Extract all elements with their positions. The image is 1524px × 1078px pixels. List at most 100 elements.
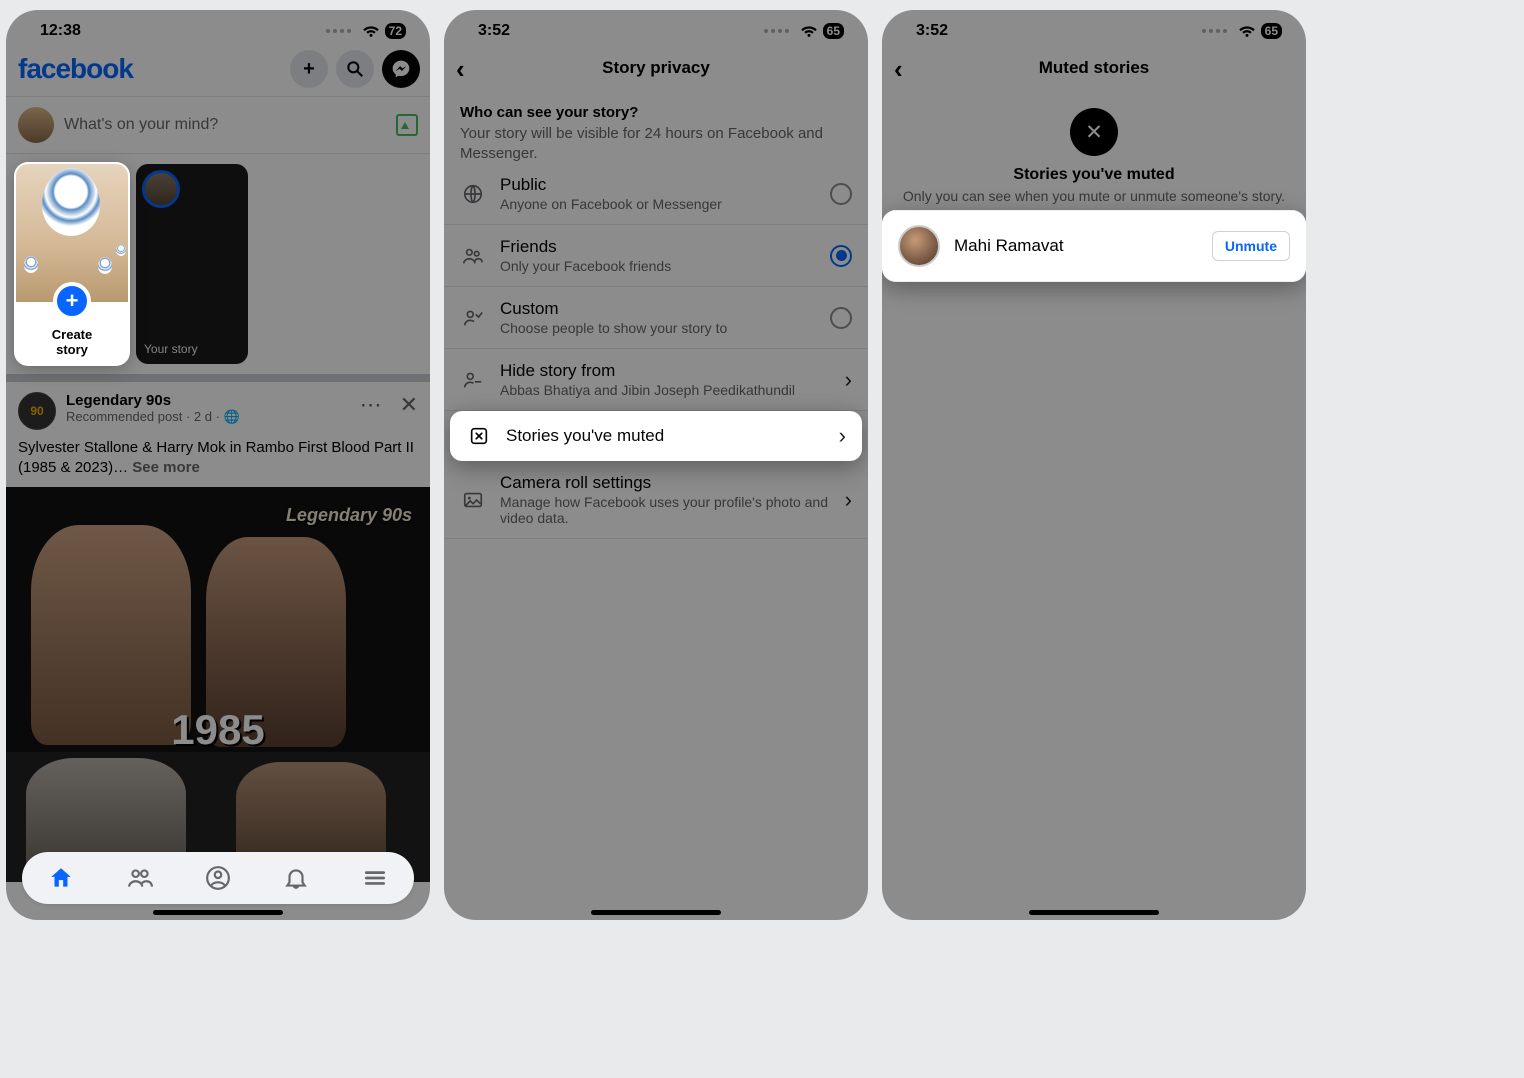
composer-placeholder[interactable]: What's on your mind? (64, 116, 386, 134)
nav-bar: ‹ Muted stories (882, 46, 1306, 90)
option-hide-story-from[interactable]: Hide story fromAbbas Bhatiya and Jibin J… (444, 349, 868, 411)
tab-friends[interactable] (127, 865, 153, 891)
back-button[interactable]: ‹ (894, 54, 903, 85)
post-menu-button[interactable]: ⋯ (360, 392, 382, 418)
wifi-icon (1238, 20, 1256, 42)
option-public[interactable]: PublicAnyone on Facebook or Messenger (444, 163, 868, 225)
feed-post: 90 Legendary 90s Recommended post · 2 d … (6, 382, 430, 892)
post-image[interactable]: Legendary 90s 1985 (6, 487, 430, 882)
option-subtitle: Choose people to show your story to (500, 320, 816, 336)
battery-indicator: 65 (1261, 23, 1282, 39)
messenger-button[interactable] (382, 50, 420, 88)
option-custom[interactable]: CustomChoose people to show your story t… (444, 287, 868, 349)
camera-roll-icon (460, 489, 486, 511)
home-indicator[interactable] (153, 910, 283, 915)
composer[interactable]: What's on your mind? (6, 96, 430, 154)
back-button[interactable]: ‹ (456, 54, 465, 85)
unmute-button[interactable]: Unmute (1212, 231, 1290, 261)
photo-icon[interactable] (396, 114, 418, 136)
chevron-right-icon: › (839, 423, 846, 449)
clock: 3:52 (478, 22, 510, 40)
see-more-link[interactable]: See more (132, 459, 200, 476)
hero-title: Stories you've muted (898, 166, 1290, 184)
muted-icon (466, 425, 492, 447)
status-bar: 3:52 65 (882, 10, 1306, 46)
post-meta: Recommended post · 2 d · 🌐 (66, 409, 350, 425)
muted-hero-icon: ✕ (1070, 108, 1118, 156)
option-subtitle: Manage how Facebook uses your profile's … (500, 494, 831, 526)
status-bar: 3:52 65 (444, 10, 868, 46)
option-label: Custom (500, 299, 816, 319)
image-year: 1985 (171, 706, 264, 754)
option-subtitle: Abbas Bhatiya and Jibin Joseph Peedikath… (500, 382, 831, 398)
option-label: Hide story from (500, 361, 831, 381)
wifi-icon (362, 20, 380, 42)
create-story-label: Create story (16, 328, 128, 358)
cell-signal-icon (764, 29, 789, 33)
cell-signal-icon (326, 29, 351, 33)
option-subtitle: Anyone on Facebook or Messenger (500, 196, 816, 212)
user-avatar[interactable] (898, 225, 940, 267)
battery-indicator: 65 (823, 23, 844, 39)
option-subtitle: Only your Facebook friends (500, 258, 816, 274)
bottom-tab-bar (22, 852, 414, 904)
section-description: Your story will be visible for 24 hours … (460, 124, 852, 163)
post-text: Sylvester Stallone & Harry Mok in Rambo … (18, 438, 418, 479)
story-avatar (142, 170, 180, 208)
tab-home[interactable] (48, 865, 74, 891)
app-header: facebook + (6, 46, 430, 96)
create-button[interactable]: + (290, 50, 328, 88)
empty-state-header: ✕ Stories you've muted Only you can see … (882, 90, 1306, 210)
muted-user-row: Mahi Ramavat Unmute (882, 210, 1306, 282)
tab-menu[interactable] (362, 865, 388, 891)
hide-icon (460, 369, 486, 391)
user-name: Mahi Ramavat (954, 236, 1198, 256)
section-title: Who can see your story? (460, 104, 852, 121)
muted-stories-screen: 3:52 65 ‹ Muted stories ✕ Stories you've… (882, 10, 1306, 920)
screen-title: Muted stories (1039, 58, 1150, 78)
option-friends[interactable]: FriendsOnly your Facebook friends (444, 225, 868, 287)
page-name[interactable]: Legendary 90s (66, 392, 350, 409)
story-privacy-screen: 3:52 65 ‹ Story privacy Who can see your… (444, 10, 868, 920)
post-dismiss-button[interactable]: ✕ (400, 392, 418, 418)
custom-icon (460, 307, 486, 329)
wifi-icon (800, 20, 818, 42)
radio-selected[interactable] (830, 245, 852, 267)
tab-profile[interactable] (205, 865, 231, 891)
tab-notifications[interactable] (283, 865, 309, 891)
status-bar: 12:38 72 (6, 10, 430, 46)
radio-unselected[interactable] (830, 183, 852, 205)
user-avatar[interactable] (18, 107, 54, 143)
page-avatar[interactable]: 90 (18, 392, 56, 430)
facebook-logo: facebook (18, 53, 133, 85)
nav-bar: ‹ Story privacy (444, 46, 868, 90)
screen-title: Story privacy (602, 58, 710, 78)
option-label: Friends (500, 237, 816, 257)
hero-description: Only you can see when you mute or unmute… (898, 188, 1290, 204)
image-watermark: Legendary 90s (286, 505, 412, 526)
create-story-card[interactable]: + Create story (16, 164, 128, 364)
chevron-right-icon: › (845, 367, 852, 393)
story-name-label: Your story (144, 342, 198, 356)
clock: 3:52 (916, 22, 948, 40)
friends-icon (460, 245, 486, 267)
clock: 12:38 (40, 22, 81, 40)
section-header: Who can see your story? Your story will … (444, 90, 868, 163)
battery-indicator: 72 (385, 23, 406, 39)
option-camera-roll[interactable]: Camera roll settingsManage how Facebook … (444, 461, 868, 539)
cell-signal-icon (1202, 29, 1227, 33)
chevron-right-icon: › (845, 487, 852, 513)
plus-icon: + (53, 282, 91, 320)
option-label: Public (500, 175, 816, 195)
option-label: Stories you've muted (506, 426, 825, 446)
search-button[interactable] (336, 50, 374, 88)
option-label: Camera roll settings (500, 473, 831, 493)
your-story-card[interactable]: Your story (136, 164, 248, 364)
radio-unselected[interactable] (830, 307, 852, 329)
feed-screen: 12:38 72 facebook + What's on your mind? (6, 10, 430, 920)
globe-icon (460, 183, 486, 205)
stories-tray[interactable]: + Create story Your story (6, 154, 430, 382)
option-muted-stories[interactable]: Stories you've muted › (450, 411, 862, 461)
home-indicator[interactable] (1029, 910, 1159, 915)
home-indicator[interactable] (591, 910, 721, 915)
